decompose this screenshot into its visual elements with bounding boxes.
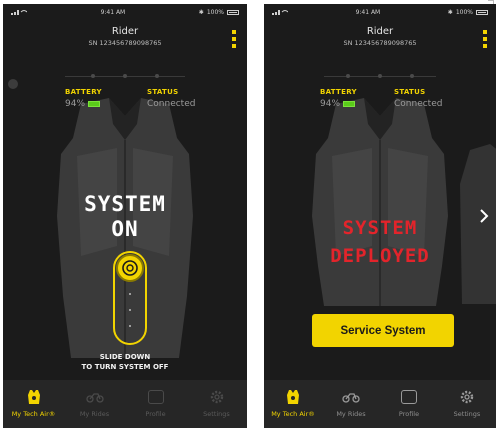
system-state-text: SYSTEM DEPLOYED (264, 214, 496, 270)
tab-label: Settings (453, 410, 481, 418)
tab-my-rides[interactable]: My Rides (322, 380, 380, 428)
tab-settings[interactable]: Settings (186, 380, 247, 428)
status-label: STATUS (394, 88, 426, 96)
battery-label: BATTERY (320, 88, 357, 96)
system-state-text: SYSTEM ON (3, 192, 247, 242)
tab-my-rides[interactable]: My Rides (64, 380, 125, 428)
battery-value: 94% (65, 99, 101, 109)
airbag-vest-image (312, 98, 448, 306)
more-options-icon[interactable] (483, 30, 488, 48)
gear-icon (458, 388, 476, 406)
tab-settings[interactable]: Settings (438, 380, 496, 428)
id-card-icon (400, 388, 418, 406)
bluetooth-icon: ✱ (447, 8, 453, 16)
id-card-icon (147, 388, 165, 406)
tab-my-tech-air[interactable]: My Tech Air® (264, 380, 322, 428)
vest-battery-icon (88, 101, 101, 107)
system-state-line2: ON (111, 217, 139, 241)
signal-icon (11, 10, 27, 15)
signal-icon (272, 10, 288, 15)
tab-label: My Rides (336, 410, 366, 418)
corner-mark (488, 0, 494, 4)
tab-label: Profile (398, 410, 420, 418)
vest-icon (25, 388, 43, 406)
vest-battery-icon (343, 101, 356, 107)
tab-profile[interactable]: Profile (380, 380, 438, 428)
battery-value: 94% (320, 99, 356, 109)
battery-icon (475, 9, 488, 15)
tab-label: Profile (145, 410, 166, 418)
motorcycle-icon (85, 388, 104, 406)
status-value: Connected (147, 99, 196, 109)
app-header: Rider SN 123456789098765 (3, 22, 247, 58)
status-time: 9:41 AM (355, 8, 381, 16)
slider-track-dot (129, 309, 131, 311)
header-title: Rider (366, 26, 394, 37)
tab-profile[interactable]: Profile (125, 380, 186, 428)
slider-hint-line2: TO TURN SYSTEM OFF (81, 363, 169, 371)
battery-percent: 100% (206, 8, 224, 16)
battery-value-text: 94% (320, 99, 341, 109)
slider-track-dot (129, 325, 131, 327)
pager-dots[interactable] (346, 74, 414, 78)
system-state-line2: DEPLOYED (330, 245, 430, 267)
chevron-right-icon[interactable] (478, 208, 490, 224)
slider-hint-line1: SLIDE DOWN (99, 353, 151, 361)
bluetooth-icon: ✱ (198, 8, 204, 16)
battery-icon (226, 9, 239, 15)
tab-my-tech-air[interactable]: My Tech Air® (3, 380, 64, 428)
signal-wifi-indicator (11, 9, 27, 15)
gear-icon (208, 388, 226, 406)
system-state-line1: SYSTEM (342, 217, 418, 239)
battery-value-text: 94% (65, 99, 86, 109)
status-label: STATUS (147, 88, 179, 96)
header-serial: SN 123456789098765 (343, 39, 417, 47)
bottom-tab-bar: My Tech Air® My Rides Profile Settings (264, 380, 496, 428)
tab-label: My Rides (79, 410, 110, 418)
status-value: Connected (394, 99, 443, 109)
service-system-button[interactable]: Service System (312, 314, 454, 347)
tab-label: My Tech Air® (11, 410, 56, 418)
motorcycle-icon (342, 388, 360, 406)
more-options-icon[interactable] (232, 30, 237, 48)
system-state-line1: SYSTEM (84, 192, 166, 216)
vest-icon (284, 388, 302, 406)
status-bar: 9:41 AM ✱ 100% (264, 4, 496, 20)
header-serial: SN 123456789098765 (88, 39, 162, 47)
power-airbag-icon (122, 260, 138, 276)
previous-page-icon[interactable] (8, 79, 18, 89)
tab-label: Settings (203, 410, 230, 418)
battery-percent: 100% (455, 8, 473, 16)
battery-label: BATTERY (65, 88, 102, 96)
status-bar: 9:41 AM ✱ 100% (3, 4, 247, 20)
system-off-slider[interactable] (113, 251, 147, 345)
slider-hint: SLIDE DOWN TO TURN SYSTEM OFF (3, 352, 247, 372)
pager-dots[interactable] (91, 74, 159, 78)
phone-screen-system-on: 9:41 AM ✱ 100% Rider SN 123456789098765 … (3, 4, 247, 428)
bottom-tab-bar: My Tech Air® My Rides Profile Settings (3, 380, 247, 428)
slider-track-dot (129, 293, 131, 295)
tab-label: My Tech Air® (271, 410, 315, 418)
signal-wifi-indicator (272, 9, 288, 15)
status-time: 9:41 AM (100, 8, 126, 16)
slider-knob[interactable] (116, 254, 144, 282)
phone-screen-system-deployed: 9:41 AM ✱ 100% Rider SN 123456789098765 … (264, 4, 496, 428)
app-header: Rider SN 123456789098765 (264, 22, 496, 58)
header-title: Rider (111, 26, 139, 37)
